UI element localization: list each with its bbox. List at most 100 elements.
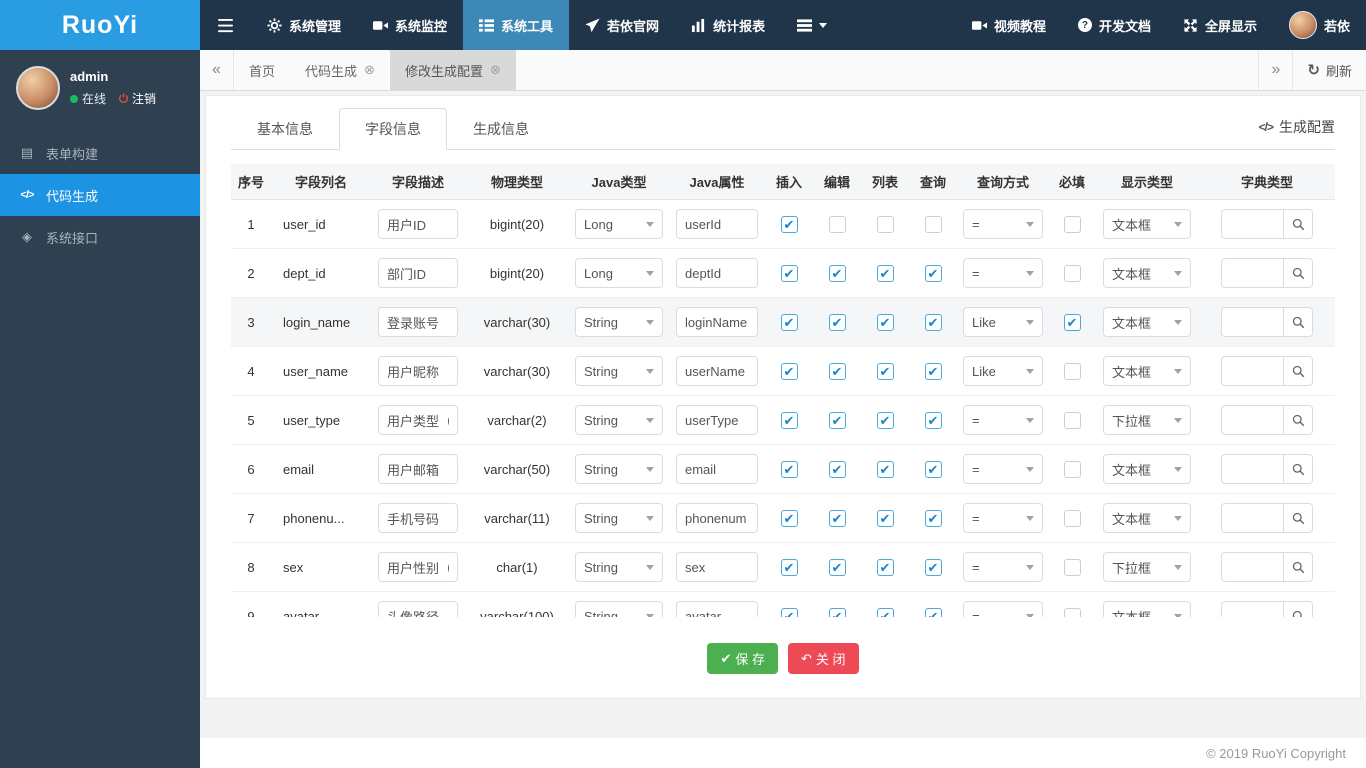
close-button[interactable]: ↶ 关 闭 [788, 643, 859, 674]
dict-search-button[interactable] [1283, 356, 1313, 386]
tabs-scroll-left-button[interactable]: « [200, 50, 234, 90]
java-type-select[interactable]: String [575, 405, 663, 435]
java-field-input[interactable] [676, 405, 758, 435]
user-avatar[interactable] [16, 66, 60, 110]
edit-checkbox[interactable] [828, 215, 846, 233]
sidebar-item-code-gen[interactable]: </> 代码生成 [0, 174, 200, 216]
query-type-select[interactable]: = [963, 503, 1043, 533]
java-field-input[interactable] [676, 601, 758, 617]
dict-type-input[interactable] [1221, 209, 1283, 239]
edit-checkbox[interactable] [828, 558, 846, 576]
display-type-select[interactable]: 文本框 [1103, 307, 1191, 337]
list-checkbox[interactable] [876, 362, 894, 380]
insert-checkbox[interactable] [780, 509, 798, 527]
required-checkbox[interactable] [1063, 509, 1081, 527]
display-type-select[interactable]: 文本框 [1103, 601, 1191, 617]
logout-link[interactable]: 注销 [118, 90, 156, 107]
java-type-select[interactable]: Long [575, 258, 663, 288]
query-checkbox[interactable] [924, 558, 942, 576]
tabs-scroll-right-button[interactable]: » [1258, 50, 1292, 90]
required-checkbox[interactable] [1063, 362, 1081, 380]
query-type-select[interactable]: Like [963, 356, 1043, 386]
display-type-select[interactable]: 文本框 [1103, 356, 1191, 386]
edit-checkbox[interactable] [828, 460, 846, 478]
query-type-select[interactable]: = [963, 601, 1043, 617]
dict-search-button[interactable] [1283, 454, 1313, 484]
save-button[interactable]: ✔ 保 存 [707, 643, 778, 674]
required-checkbox[interactable] [1063, 558, 1081, 576]
display-type-select[interactable]: 文本框 [1103, 209, 1191, 239]
list-checkbox[interactable] [876, 607, 894, 617]
refresh-tab-button[interactable]: ↻ 刷新 [1292, 50, 1366, 90]
query-checkbox[interactable] [924, 264, 942, 282]
column-desc-input[interactable] [378, 405, 458, 435]
java-field-input[interactable] [676, 552, 758, 582]
tab-field-info[interactable]: 字段信息 [339, 108, 447, 150]
java-field-input[interactable] [676, 503, 758, 533]
required-checkbox[interactable] [1063, 313, 1081, 331]
nav-item-official-site[interactable]: 若依官网 [569, 0, 675, 50]
column-desc-input[interactable] [378, 503, 458, 533]
list-checkbox[interactable] [876, 264, 894, 282]
edit-checkbox[interactable] [828, 362, 846, 380]
query-type-select[interactable]: = [963, 405, 1043, 435]
insert-checkbox[interactable] [780, 313, 798, 331]
column-desc-input[interactable] [378, 356, 458, 386]
display-type-select[interactable]: 文本框 [1103, 258, 1191, 288]
nav-item-system-manage[interactable]: 系统管理 [251, 0, 357, 50]
insert-checkbox[interactable] [780, 362, 798, 380]
display-type-select[interactable]: 文本框 [1103, 454, 1191, 484]
display-type-select[interactable]: 文本框 [1103, 503, 1191, 533]
nav-item-statistics[interactable]: 统计报表 [675, 0, 781, 50]
java-field-input[interactable] [676, 307, 758, 337]
insert-checkbox[interactable] [780, 215, 798, 233]
tab-close-icon[interactable]: ⊗ [364, 62, 375, 78]
query-checkbox[interactable] [924, 215, 942, 233]
nav-item-fullscreen[interactable]: 全屏显示 [1167, 0, 1273, 50]
required-checkbox[interactable] [1063, 215, 1081, 233]
java-type-select[interactable]: Long [575, 209, 663, 239]
column-desc-input[interactable] [378, 209, 458, 239]
java-field-input[interactable] [676, 258, 758, 288]
dict-search-button[interactable] [1283, 601, 1313, 617]
tab-close-icon[interactable]: ⊗ [490, 62, 501, 78]
query-checkbox[interactable] [924, 313, 942, 331]
java-field-input[interactable] [676, 356, 758, 386]
sidebar-item-system-api[interactable]: ◈ 系统接口 [0, 216, 200, 258]
query-type-select[interactable]: = [963, 258, 1043, 288]
java-type-select[interactable]: String [575, 454, 663, 484]
column-desc-input[interactable] [378, 307, 458, 337]
query-type-select[interactable]: = [963, 209, 1043, 239]
dict-type-input[interactable] [1221, 405, 1283, 435]
gen-config-link[interactable]: </> 生成配置 [1259, 117, 1335, 149]
dict-type-input[interactable] [1221, 307, 1283, 337]
display-type-select[interactable]: 下拉框 [1103, 552, 1191, 582]
nav-item-user-menu[interactable]: 若依 [1273, 0, 1366, 50]
java-type-select[interactable]: String [575, 552, 663, 582]
tab-basic-info[interactable]: 基本信息 [231, 108, 339, 150]
nav-item-dev-docs[interactable]: ? 开发文档 [1062, 0, 1167, 50]
java-field-input[interactable] [676, 454, 758, 484]
java-type-select[interactable]: String [575, 356, 663, 386]
list-checkbox[interactable] [876, 411, 894, 429]
dict-search-button[interactable] [1283, 209, 1313, 239]
query-checkbox[interactable] [924, 607, 942, 617]
tab-gen-info[interactable]: 生成信息 [447, 108, 555, 150]
tab-home[interactable]: 首页 [234, 50, 290, 90]
nav-item-video-tutorial[interactable]: 视频教程 [956, 0, 1062, 50]
insert-checkbox[interactable] [780, 558, 798, 576]
dict-search-button[interactable] [1283, 258, 1313, 288]
query-checkbox[interactable] [924, 460, 942, 478]
query-type-select[interactable]: = [963, 552, 1043, 582]
dict-type-input[interactable] [1221, 454, 1283, 484]
dict-search-button[interactable] [1283, 307, 1313, 337]
required-checkbox[interactable] [1063, 607, 1081, 617]
column-desc-input[interactable] [378, 601, 458, 617]
dict-type-input[interactable] [1221, 601, 1283, 617]
nav-item-more-menu[interactable] [781, 0, 843, 50]
java-type-select[interactable]: String [575, 503, 663, 533]
tab-code-gen[interactable]: 代码生成 ⊗ [290, 50, 390, 90]
display-type-select[interactable]: 下拉框 [1103, 405, 1191, 435]
list-checkbox[interactable] [876, 509, 894, 527]
column-desc-input[interactable] [378, 454, 458, 484]
